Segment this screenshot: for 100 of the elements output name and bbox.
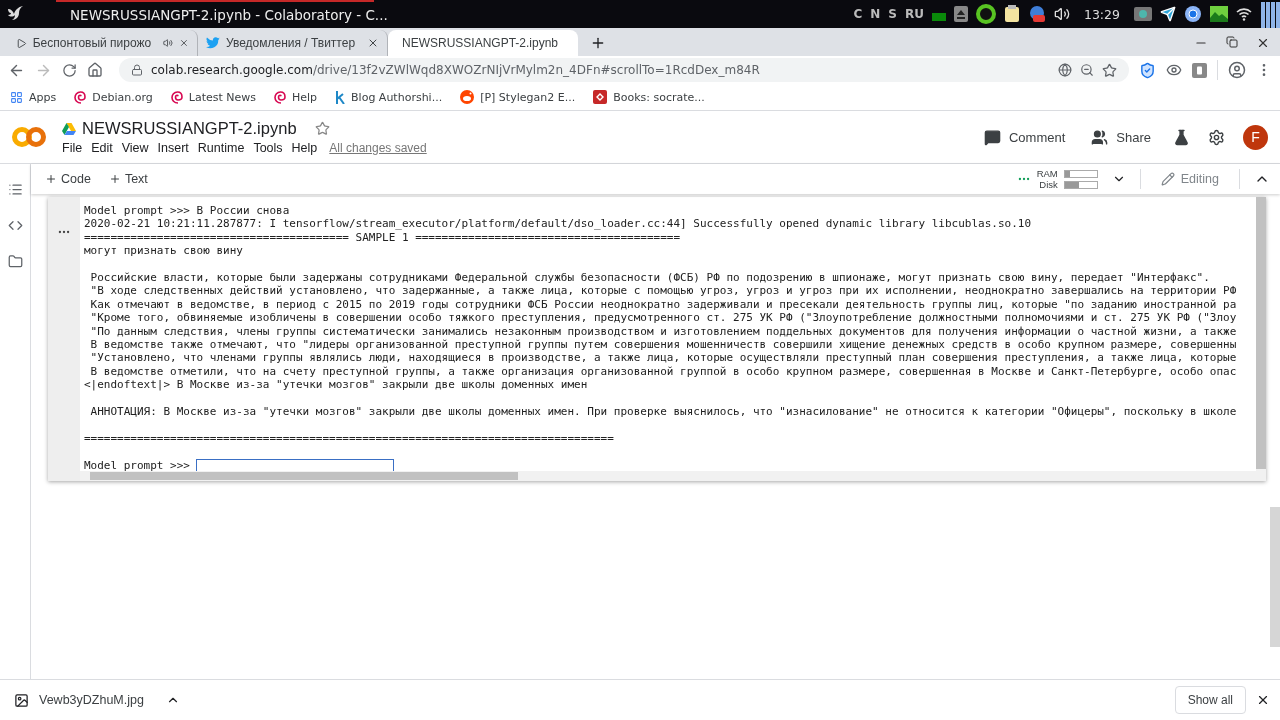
logo-icon[interactable] (12, 126, 46, 148)
window-title: NEWSRUSSIANGPT-2.ipynb - Colaboratory - C... (70, 7, 388, 23)
bookmark[interactable]: Apps (10, 90, 57, 104)
show-all-button[interactable]: Show all (1174, 686, 1246, 714)
header-action-button[interactable]: Comment (979, 124, 1070, 150)
output-line: ======================================== SAMPLE 1 ======================================== (84, 230, 682, 245)
code-icon[interactable] (7, 218, 23, 233)
plus-icon (45, 173, 57, 185)
shield-icon[interactable] (1139, 61, 1156, 79)
close-icon[interactable] (1256, 36, 1270, 50)
folder-icon[interactable] (7, 254, 23, 269)
prompt-label: Model prompt >>> (84, 458, 190, 471)
settings-icon[interactable] (1208, 128, 1225, 146)
output-line: Российские власти, которые были задержаны сотрудниками Федеральной службы безопасности (ФСБ) РФ по подозрению в шпионаже, могут признать свою вину, передает "Интерфакс". (89, 271, 1211, 285)
menu-item[interactable]: File (62, 141, 83, 155)
output-line: В ведомстве также отмечают, что "лидеры организованной преступной группы путем совершения мошенничеств совершили хищение денежных средств в особо крупном размере, совершенны (89, 338, 1238, 352)
keyboard-indicator: C (853, 7, 863, 21)
new-tab-icon[interactable] (590, 35, 606, 51)
home-icon[interactable] (87, 62, 103, 78)
vertical-scrollbar[interactable] (1256, 197, 1266, 481)
apps-grid-icon (10, 90, 23, 104)
clipboard-icon[interactable] (1003, 5, 1020, 23)
chrome-icon[interactable] (1184, 5, 1202, 23)
clock: 13:29 (1083, 6, 1120, 22)
tab-title: NEWSRUSSIANGPT-2.ipynb (402, 36, 559, 50)
output-line: ================================================================================ (84, 431, 615, 446)
output-line: 2020-02-21 10:21:11.287877: I tensorflow/stream_executor/platform/default/dso_loader.cc:44] Successfully opened dynamic library libcublas.so.10 (84, 217, 1033, 231)
close-icon[interactable] (1256, 693, 1270, 707)
bookmark[interactable]: Help (274, 90, 318, 104)
save-status-link[interactable]: All changes saved (329, 141, 427, 155)
menu-item[interactable]: Help (291, 141, 318, 155)
battery-bars-icon[interactable] (1260, 0, 1280, 28)
keyboard-indicator: N (870, 7, 881, 21)
avatar[interactable]: F (1243, 124, 1268, 150)
menu-item[interactable]: Runtime (197, 141, 245, 155)
wifi-icon[interactable] (1236, 7, 1252, 21)
add-cell-button[interactable]: Text (106, 170, 150, 188)
output-line: <|endoftext|> В Москве из-за "утечки мозгов" закрыли две школы доменных имен (84, 378, 589, 392)
output-line: "В ходе следственных действий установлено, что задержанные, а также лица, которые с помощью угроз, угроз и угроз при их исполнении, неоднократно завершались на территории РФ (89, 284, 1238, 298)
page-scrollbar-thumb[interactable] (1270, 507, 1280, 647)
keyboard-indicator: RU (905, 7, 924, 21)
bookmark[interactable]: [P] Stylegan2 E... (460, 90, 576, 104)
k-icon (335, 90, 346, 104)
notification-icon[interactable] (1027, 5, 1046, 23)
output-line: "Кроме того, обвиняемые изобличены в совершении особо тяжкого преступления, предусмотренного ст. 275 УК РФ ("Злоупотребление должностными полномочиями и ст. 275 УК РФ ("Злоу (89, 311, 1238, 325)
pencil-icon (1160, 172, 1175, 186)
bookmark[interactable]: Blog Authorshi... (335, 90, 443, 104)
flask-icon[interactable] (1173, 128, 1190, 146)
zoom-out-icon[interactable] (1080, 63, 1094, 77)
resource-label: RAM (1036, 168, 1058, 179)
bookmark[interactable]: Books: socrate... (593, 90, 705, 104)
drive-icon (62, 122, 76, 135)
menu-item[interactable]: View (121, 141, 149, 155)
bookmark[interactable]: Latest News (170, 90, 256, 104)
eject-icon[interactable] (953, 6, 968, 22)
notebook-title[interactable]: NEWSRUSSIANGPT-2.ipynb (82, 119, 297, 138)
restore-icon[interactable] (1226, 36, 1238, 48)
close-icon[interactable] (367, 37, 379, 49)
swirl-icon (74, 90, 87, 104)
eye-icon[interactable] (1166, 62, 1182, 78)
book-icon (593, 90, 608, 104)
swirl-icon (274, 90, 286, 104)
resource-label: Disk (1039, 179, 1058, 190)
download-file-name[interactable]: Vewb3yDZhuM.jpg (39, 693, 144, 707)
address-bar[interactable]: colab.research.google.com/drive/13f2vZWlWqd8XWOZrNIjVrMylm2n_4DFn#scrollTo=1RcdDex_m84R (119, 58, 1129, 82)
output-line: могут признать свою вину (84, 244, 244, 258)
image-icon[interactable] (1210, 6, 1228, 22)
menu-item[interactable]: Insert (157, 141, 189, 155)
star-icon[interactable] (314, 121, 330, 136)
speaker-icon[interactable] (1053, 6, 1070, 22)
lock-icon (131, 64, 143, 76)
comment-icon (983, 128, 1001, 146)
output-line: Как отмечают в ведомстве, в период с 2015 по 2019 годы сотрудники ФСБ России неоднократно задерживали и пресекали деятельность группы лиц, которые "по заданию иностранной ра (89, 297, 1238, 312)
plus-icon (108, 173, 121, 185)
star-icon[interactable] (1102, 62, 1117, 78)
tab-title: Уведомления / Твиттер (225, 36, 356, 50)
prompt-input-field[interactable] (195, 459, 394, 471)
globe-icon[interactable] (1058, 63, 1072, 77)
swirl-icon (170, 90, 183, 104)
menu-item[interactable]: Edit (91, 141, 113, 155)
list-icon[interactable] (7, 182, 23, 197)
browser-tab[interactable]: NEWSRUSSIANGPT-2.ipynb (388, 30, 578, 56)
account-icon[interactable] (1228, 61, 1246, 79)
image-file-icon (14, 692, 29, 708)
reload-icon[interactable] (62, 62, 77, 78)
keyboard-indicator: S (888, 7, 897, 21)
output-line: В ведомстве отметили, что на счету преступной группы, а также организация организованной группой в особо крупном размере, совершенная в Москве и Санкт-Петербурге, особо опас (89, 364, 1238, 379)
paper-plane-icon[interactable] (1160, 6, 1176, 22)
people-icon (1091, 128, 1109, 146)
ring-icon[interactable] (975, 4, 996, 24)
menu-item[interactable]: Tools (253, 141, 283, 155)
add-cell-button[interactable]: Code (43, 170, 93, 188)
bookmark[interactable]: Debian.org (74, 90, 153, 104)
output-line: АННОТАЦИЯ: В Москве из-за "утечки мозгов" закрыли две школы доменных имен. При проверке выяснилось, что "изнасилование" не относится к категории "Офицеры", поскольку в школе (89, 405, 1238, 419)
header-action-button[interactable]: Share (1087, 124, 1155, 150)
url-text: colab.research.google.com/drive/13f2vZWlWqd8XWOZrNIjVrMylm2n_4DFn#scrollTo=1RcdDex_m84R (151, 63, 760, 77)
bird-icon (206, 37, 220, 49)
play-icon (16, 36, 27, 50)
editing-mode-button[interactable]: Editing (1154, 171, 1225, 187)
output-line: "По данным следствия, члены группы систематически занимались незаконным производством и изготовлением поддельных документов для получения информации о частной жизни, а также (89, 324, 1238, 339)
